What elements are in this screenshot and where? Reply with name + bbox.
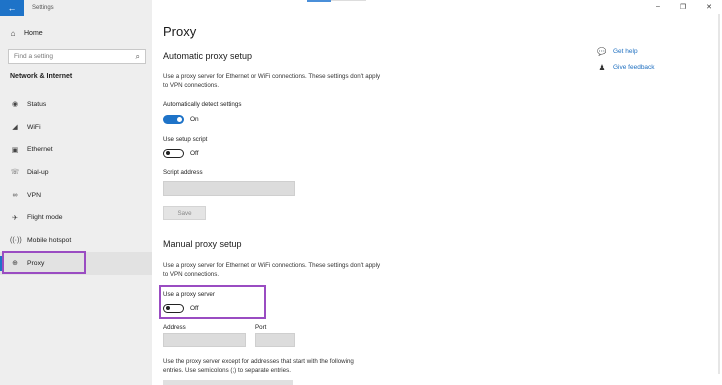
window-controls: – ❐ ✕ xyxy=(656,3,712,11)
maximize-button[interactable]: ❐ xyxy=(680,3,686,11)
scrollbar[interactable] xyxy=(718,14,720,374)
page-title: Proxy xyxy=(163,24,197,39)
address-input[interactable] xyxy=(163,333,246,347)
script-address-input[interactable] xyxy=(163,181,295,196)
save-button[interactable]: Save xyxy=(163,206,206,220)
sidebar-item-ethernet[interactable]: ▣ Ethernet xyxy=(0,138,152,161)
sidebar-item-label: Mobile hotspot xyxy=(27,236,72,244)
ethernet-icon: ▣ xyxy=(11,146,19,154)
give-feedback-label: Give feedback xyxy=(613,64,655,71)
close-button[interactable]: ✕ xyxy=(706,3,712,11)
home-icon: ⌂ xyxy=(10,29,16,38)
setup-script-label: Use setup script xyxy=(163,136,208,143)
top-accent-bar xyxy=(307,0,331,2)
sidebar-item-flight-mode[interactable]: ✈ Flight mode xyxy=(0,206,152,229)
feedback-icon: ♟ xyxy=(598,63,606,72)
use-proxy-highlight-box xyxy=(159,285,266,319)
give-feedback-link[interactable]: ♟ Give feedback xyxy=(597,63,655,72)
port-input[interactable] xyxy=(255,333,295,347)
home-link[interactable]: ⌂ Home xyxy=(8,29,43,38)
sidebar-item-label: Status xyxy=(27,100,47,108)
sidebar-item-label: VPN xyxy=(27,191,41,199)
get-help-link[interactable]: 💬 Get help xyxy=(597,47,638,56)
top-strip xyxy=(331,0,366,1)
hotspot-icon: ((·)) xyxy=(10,236,22,244)
sidebar-nav: ◉ Status ◢ WiFi ▣ Ethernet ☏ Dial-up ∞ V… xyxy=(0,93,152,275)
setup-script-toggle[interactable] xyxy=(163,149,184,158)
automatic-heading: Automatic proxy setup xyxy=(163,51,253,61)
flight-mode-icon: ✈ xyxy=(12,214,18,222)
title-bar: ← Settings xyxy=(0,0,152,16)
port-label: Port xyxy=(255,324,267,331)
status-icon: ◉ xyxy=(11,101,19,109)
auto-detect-toggle[interactable] xyxy=(163,115,184,124)
setup-script-toggle-row: Off xyxy=(163,149,199,158)
proxy-highlight-box xyxy=(2,251,86,274)
sidebar-item-wifi[interactable]: ◢ WiFi xyxy=(0,116,152,139)
auto-detect-state: On xyxy=(190,116,199,123)
exceptions-description: Use the proxy server except for addresse… xyxy=(163,358,354,374)
app-title: Settings xyxy=(32,5,54,11)
sidebar-item-status[interactable]: ◉ Status xyxy=(0,93,152,116)
wifi-icon: ◢ xyxy=(12,124,18,132)
sidebar: ← Settings ⌂ Home Find a setting ⌕ Netwo… xyxy=(0,0,152,385)
get-help-label: Get help xyxy=(613,48,638,55)
manual-description: Use a proxy server for Ethernet or WiFi … xyxy=(163,262,381,278)
section-label: Network & Internet xyxy=(10,73,73,80)
sidebar-item-label: WiFi xyxy=(27,123,41,131)
sidebar-item-dialup[interactable]: ☏ Dial-up xyxy=(0,161,152,184)
vpn-icon: ∞ xyxy=(12,191,18,199)
back-button[interactable]: ← xyxy=(0,0,24,16)
sidebar-item-label: Dial-up xyxy=(27,168,49,176)
auto-detect-label: Automatically detect settings xyxy=(163,101,242,108)
setup-script-state: Off xyxy=(190,150,199,157)
sidebar-item-label: Ethernet xyxy=(27,146,53,154)
back-arrow-icon: ← xyxy=(7,3,17,13)
exceptions-input[interactable] xyxy=(163,380,293,385)
automatic-description: Use a proxy server for Ethernet or WiFi … xyxy=(163,73,381,89)
auto-detect-toggle-row: On xyxy=(163,115,199,124)
sidebar-item-mobile-hotspot[interactable]: ((·)) Mobile hotspot xyxy=(0,229,152,252)
dialup-icon: ☏ xyxy=(10,169,20,177)
minimize-button[interactable]: – xyxy=(656,3,660,11)
sidebar-item-vpn[interactable]: ∞ VPN xyxy=(0,184,152,207)
address-label: Address xyxy=(163,324,186,331)
search-icon: ⌕ xyxy=(135,51,140,61)
manual-heading: Manual proxy setup xyxy=(163,239,242,249)
search-input[interactable]: Find a setting ⌕ xyxy=(8,49,146,64)
home-label: Home xyxy=(24,30,43,37)
search-placeholder: Find a setting xyxy=(14,53,54,60)
sidebar-item-label: Flight mode xyxy=(27,214,63,222)
script-address-label: Script address xyxy=(163,169,203,176)
help-chat-icon: 💬 xyxy=(597,47,607,56)
